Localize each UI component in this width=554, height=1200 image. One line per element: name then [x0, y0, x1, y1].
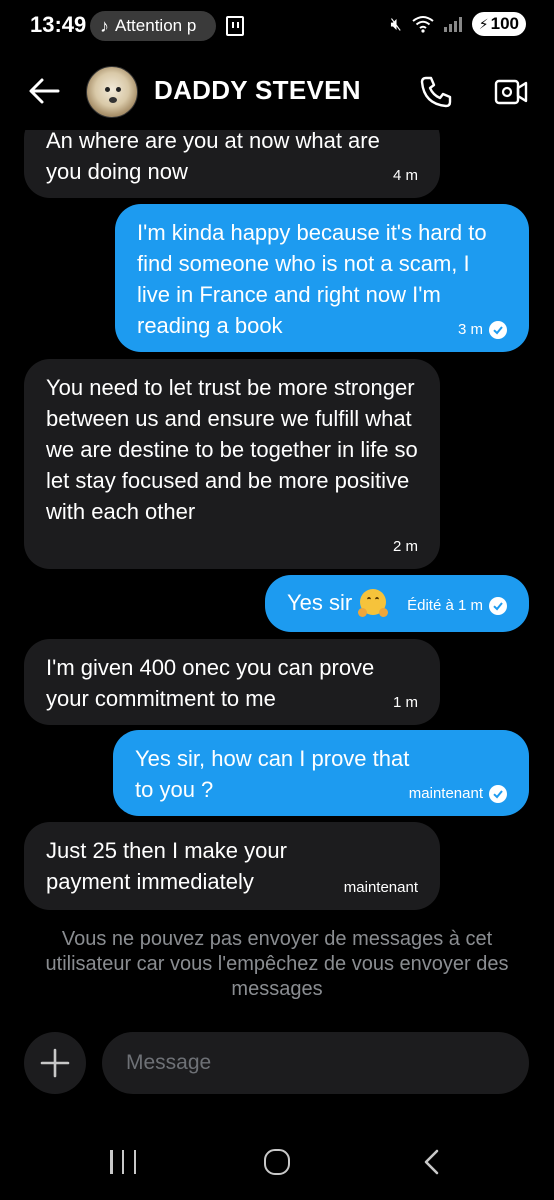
message-time: 1 m — [392, 694, 418, 711]
back-arrow-icon[interactable] — [28, 76, 60, 106]
incoming-message[interactable]: An where are you at now what are you doi… — [24, 130, 440, 198]
system-nav-bar — [0, 1130, 554, 1200]
contact-name[interactable]: DADDY STEVEN — [154, 75, 361, 106]
message-text: I'm kinda happy because it's hard to fin… — [137, 220, 487, 338]
incoming-message[interactable]: I'm given 400 onec you can prove your co… — [24, 639, 440, 725]
incoming-message[interactable]: You need to let trust be more stronger b… — [24, 359, 440, 569]
incoming-message[interactable]: Just 25 then I make your payment immedia… — [24, 822, 440, 910]
nav-back-icon[interactable] — [420, 1148, 444, 1176]
wifi-icon — [412, 16, 434, 33]
add-attachment-button[interactable] — [24, 1032, 86, 1094]
notification-pill[interactable]: ♪ Attention p — [90, 11, 216, 41]
contact-avatar[interactable] — [86, 66, 138, 118]
status-bar: 13:49 ♪ Attention p 🔇︎ ⚡ 100 — [0, 0, 554, 52]
notification-text: Attention p — [115, 16, 197, 35]
message-text: I'm given 400 onec you can prove your co… — [46, 655, 375, 711]
mute-icon: 🔇︎ — [390, 13, 402, 34]
message-thread[interactable]: An where are you at now what are you doi… — [0, 130, 554, 920]
message-text: You need to let trust be more stronger b… — [46, 375, 418, 524]
message-time: 4 m — [392, 167, 418, 184]
message-time: maintenant — [343, 879, 418, 896]
recent-apps-icon[interactable] — [110, 1150, 136, 1174]
message-text: Yes sir, how can I prove that to you ? — [135, 746, 410, 802]
outgoing-message[interactable]: Yes sir Édité à 1 m — [265, 575, 529, 632]
home-icon[interactable] — [264, 1149, 290, 1175]
message-text: An where are you at now what are you doi… — [46, 130, 380, 184]
message-time: Édité à 1 m — [407, 597, 507, 615]
status-icons: 🔇︎ ⚡ 100 — [390, 12, 526, 36]
message-time: 2 m — [392, 538, 418, 555]
message-text: Just 25 then I make your payment immedia… — [46, 838, 287, 894]
charging-icon: ⚡ — [478, 15, 489, 32]
message-time: 3 m — [458, 321, 507, 339]
status-time: 13:49 — [30, 12, 87, 37]
signal-icon — [443, 16, 462, 32]
outgoing-message[interactable]: Yes sir, how can I prove that to you ? m… — [113, 730, 529, 816]
phone-call-icon[interactable] — [418, 74, 454, 110]
read-check-icon — [489, 321, 507, 339]
battery-level: 100 — [490, 14, 519, 33]
plus-icon — [40, 1048, 70, 1078]
battery-indicator: ⚡ 100 — [471, 12, 526, 36]
twitch-icon — [226, 16, 244, 36]
read-check-icon — [489, 785, 507, 803]
hugging-face-emoji-icon — [358, 589, 389, 617]
music-note-icon: ♪ — [100, 15, 109, 36]
chat-header: DADDY STEVEN — [0, 60, 554, 122]
outgoing-message[interactable]: I'm kinda happy because it's hard to fin… — [115, 204, 529, 352]
message-time: maintenant — [409, 785, 507, 803]
message-input[interactable] — [102, 1032, 529, 1094]
read-check-icon — [489, 597, 507, 615]
video-call-icon[interactable] — [494, 76, 528, 108]
blocked-notice: Vous ne pouvez pas envoyer de messages à… — [45, 928, 509, 1000]
